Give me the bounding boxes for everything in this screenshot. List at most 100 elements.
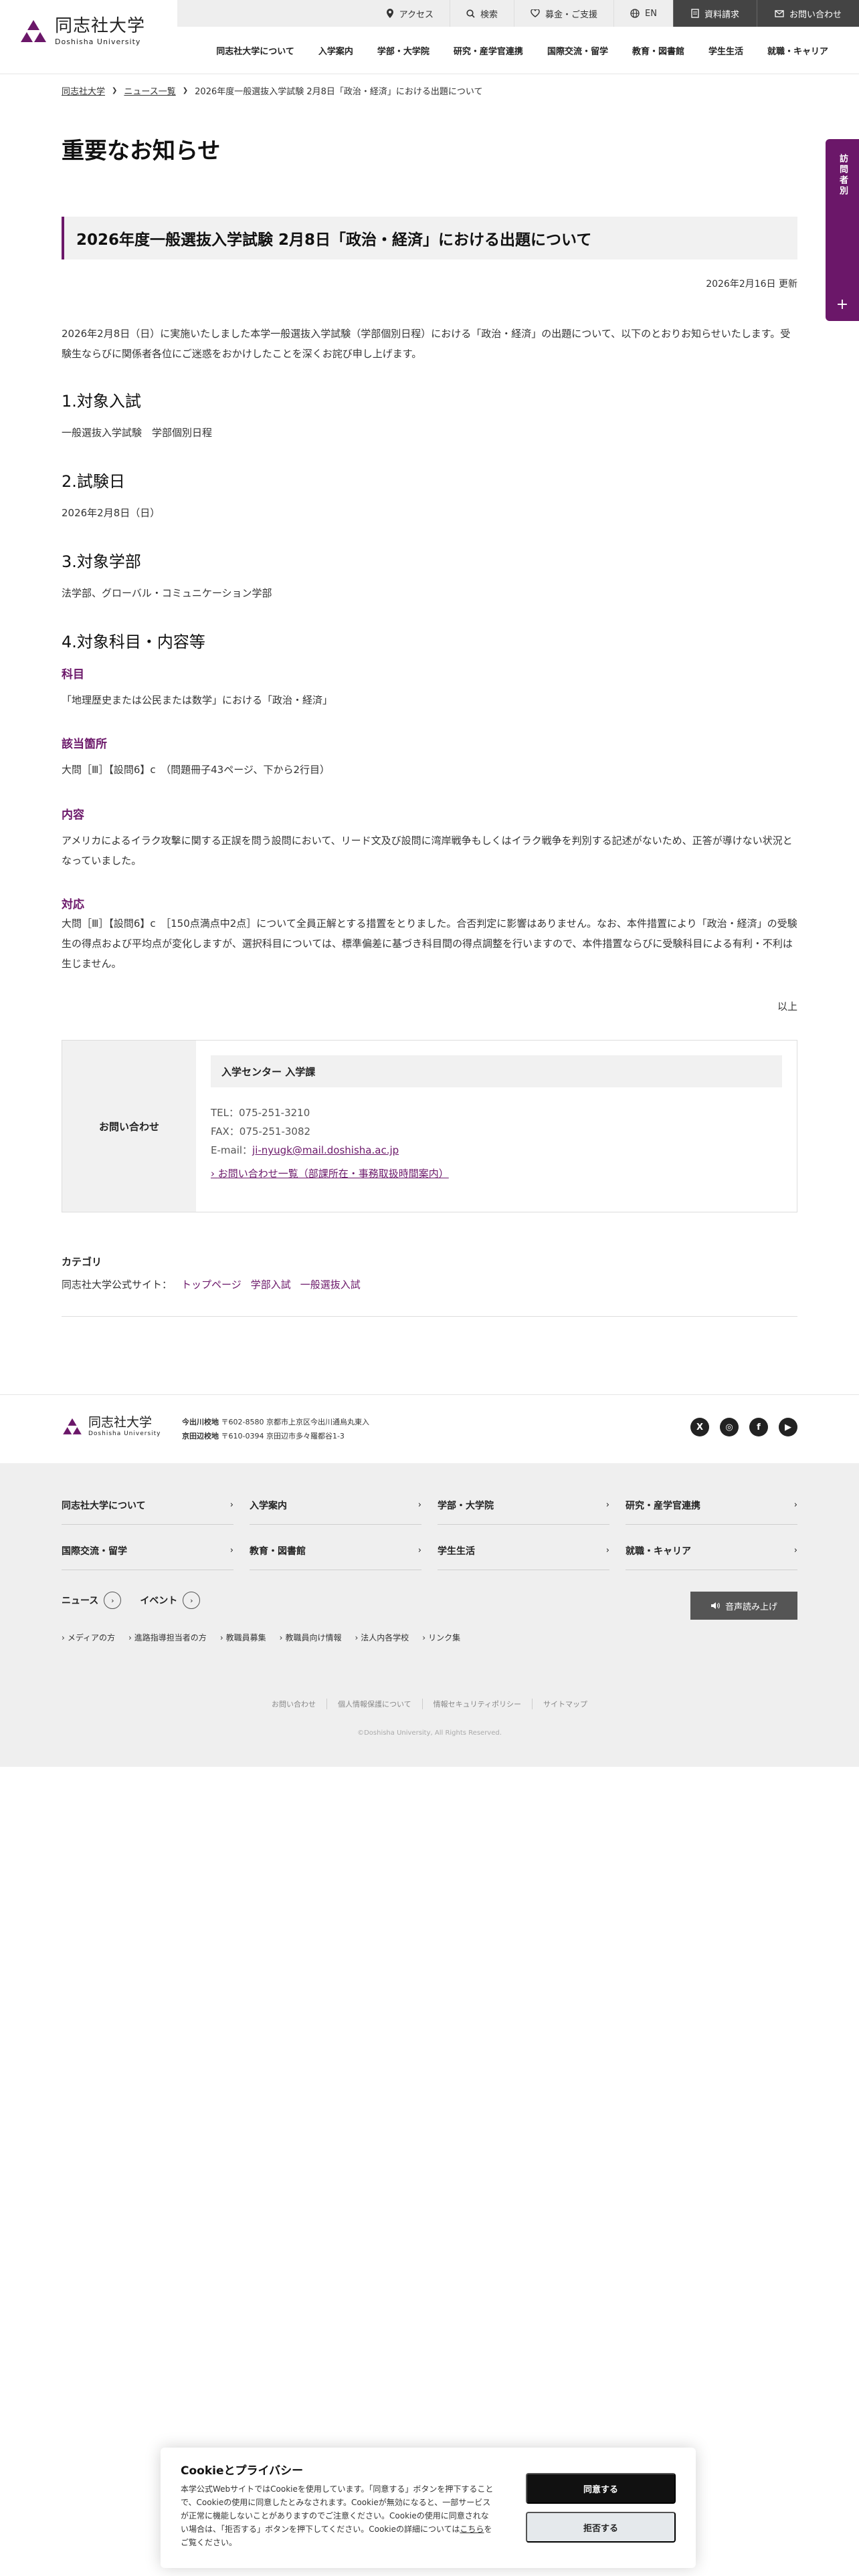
footer-link-links[interactable]: リンク集	[422, 1632, 460, 1643]
instagram-icon[interactable]: ◎	[720, 1418, 739, 1436]
breadcrumb-current: 2026年度一般選抜入学試験 2月8日「政治・経済」における出題について	[195, 87, 483, 97]
nav-international[interactable]: 国際交流・留学	[535, 44, 620, 57]
search-link[interactable]: 検索	[449, 0, 514, 27]
cookie-accept-button[interactable]: 同意する	[526, 2473, 676, 2504]
footer-nav-admissions[interactable]: 入学案内 ›	[250, 1486, 421, 1525]
site-logo[interactable]: 同志社大学 Doshisha University	[19, 17, 145, 46]
nav-education-library[interactable]: 教育・図書館	[620, 44, 696, 57]
english-link[interactable]: EN	[613, 0, 673, 27]
chevron-right-icon: ❯	[182, 87, 189, 94]
footer-link-affiliated-schools[interactable]: 法人内各学校	[355, 1632, 409, 1643]
contact-department: 入学センター 入学課	[211, 1055, 782, 1087]
section-exam-date-title: 2.試験日	[62, 472, 125, 491]
footer-link-counselors[interactable]: 進路指導担当者の方	[128, 1632, 207, 1643]
facebook-icon[interactable]: f	[749, 1418, 768, 1436]
category-tag-general-admission[interactable]: 一般選抜入試	[300, 1277, 361, 1291]
donation-link[interactable]: 募金・ご支援	[514, 0, 613, 27]
section-faculties-body: 法学部、グローバル・コミュニケーション学部	[62, 587, 272, 599]
request-materials-button[interactable]: 資料請求	[672, 0, 757, 27]
chevron-right-icon: ›	[793, 1500, 797, 1510]
search-icon	[466, 9, 475, 18]
nav-student-life[interactable]: 学生生活	[696, 44, 755, 57]
footer-events-link[interactable]: イベント ›	[140, 1592, 201, 1609]
contact-email-link[interactable]: ji-nyugk@mail.doshisha.ac.jp	[252, 1144, 399, 1156]
category-title: カテゴリ	[62, 1256, 102, 1268]
legal-security[interactable]: 情報セキュリティポリシー	[421, 1699, 532, 1709]
legal-sitemap[interactable]: サイトマップ	[532, 1699, 598, 1709]
subject-label: 科目	[62, 668, 84, 681]
campus-imadegawa-address: 〒602-8580 京都市上京区今出川通烏丸東入	[221, 1418, 369, 1426]
campus-kyotanabe-name: 京田辺校地	[182, 1432, 219, 1440]
donation-label: 募金・ご支援	[545, 9, 598, 20]
visitor-menu-tab[interactable]: 訪問者別 +	[826, 139, 859, 321]
x-icon[interactable]: X	[690, 1418, 709, 1436]
footer-nav-faculties[interactable]: 学部・大学院 ›	[438, 1486, 609, 1525]
footer-link-recruitment[interactable]: 教職員募集	[220, 1632, 266, 1643]
contact-email-row: E-mail：ji-nyugk@mail.doshisha.ac.jp	[211, 1141, 782, 1160]
nav-admissions[interactable]: 入学案内	[306, 44, 365, 57]
contact-button[interactable]: お問い合わせ	[756, 0, 859, 27]
category-site-label: 同志社大学公式サイト：	[62, 1279, 173, 1291]
footer-nav-student-life[interactable]: 学生生活 ›	[438, 1531, 609, 1570]
english-label: EN	[645, 8, 657, 19]
breadcrumb-home[interactable]: 同志社大学	[62, 84, 105, 97]
legal-privacy[interactable]: 個人情報保護について	[326, 1699, 422, 1709]
nav-about[interactable]: 同志社大学について	[204, 44, 306, 57]
footer-nav-admissions-label: 入学案内	[250, 1500, 287, 1511]
chevron-right-icon: ›	[793, 1545, 797, 1555]
youtube-icon[interactable]: ▶	[779, 1418, 797, 1436]
footer-logo-en: Doshisha University	[88, 1430, 161, 1437]
cookie-text: 本学公式WebサイトではCookieを使用しています。「同意する」ボタンを押下す…	[181, 2482, 495, 2549]
legal-contact[interactable]: お問い合わせ	[261, 1699, 326, 1709]
footer-events-label: イベント	[140, 1596, 178, 1606]
section-exam-date-body: 2026年2月8日（日）	[62, 507, 161, 519]
category-tag-top[interactable]: トップページ	[181, 1277, 242, 1291]
utility-links: アクセス 検索 募金・ご支援 EN 資料請求 お問い合わせ	[177, 0, 859, 27]
footer-nav-international[interactable]: 国際交流・留学 ›	[62, 1531, 233, 1570]
article-title: 2026年度一般選抜入学試験 2月8日「政治・経済」における出題について	[62, 217, 797, 259]
voice-reader-label: 音声読み上げ	[725, 1602, 777, 1612]
heart-icon	[531, 9, 540, 17]
footer-nav-education[interactable]: 教育・図書館 ›	[250, 1531, 421, 1570]
footer-nav-research[interactable]: 研究・産学官連携 ›	[626, 1486, 797, 1525]
cookie-banner: Cookieとプライバシー 本学公式WebサイトではCookieを使用しています…	[161, 2448, 696, 2568]
contact-list-link[interactable]: › お問い合わせ一覧（部課所在・事務取扱時間案内）	[211, 1166, 782, 1180]
footer-logo-text: 同志社大学 Doshisha University	[88, 1416, 161, 1438]
footer-address: 今出川校地 〒602-8580 京都市上京区今出川通烏丸東入 京田辺校地 〒61…	[182, 1415, 369, 1443]
voice-reader-button[interactable]: 音声読み上げ	[690, 1592, 797, 1620]
globe-icon	[630, 9, 640, 18]
footer-nav-career[interactable]: 就職・キャリア ›	[626, 1531, 797, 1570]
campus-imadegawa: 今出川校地 〒602-8580 京都市上京区今出川通烏丸東入	[182, 1415, 369, 1429]
response-body: 大問［Ⅲ］【設問6】c ［150点満点中2点］について全員正解とする措置をとりま…	[62, 918, 797, 970]
chevron-right-icon: ›	[605, 1500, 609, 1510]
section-target-exam-title: 1.対象入試	[62, 392, 141, 411]
footer-nav-row-2: 国際交流・留学 › 教育・図書館 › 学生生活 › 就職・キャリア ›	[62, 1531, 797, 1570]
footer-news-link[interactable]: ニュース ›	[62, 1592, 122, 1609]
nav-faculties[interactable]: 学部・大学院	[365, 44, 442, 57]
access-link[interactable]: アクセス	[370, 0, 450, 27]
contact-fax: FAX：075-251-3082	[211, 1125, 311, 1138]
logo-text-en: Doshisha University	[55, 37, 141, 46]
nav-research[interactable]: 研究・産学官連携	[442, 44, 535, 57]
cookie-reject-button[interactable]: 拒否する	[526, 2512, 676, 2543]
place-label: 該当箇所	[62, 738, 107, 751]
arrow-right-icon: ›	[104, 1592, 122, 1609]
footer-nav-about[interactable]: 同志社大学について ›	[62, 1486, 233, 1525]
speaker-icon	[710, 1602, 720, 1609]
article-intro: 2026年2月8日（日）に実施いたしました本学一般選抜入学試験（学部個別日程）に…	[62, 328, 791, 360]
category-tag-faculty-admission[interactable]: 学部入試	[251, 1277, 291, 1291]
footer-logo[interactable]: 同志社大学 Doshisha University	[62, 1416, 161, 1437]
main-navigation: 同志社大学について 入学案内 学部・大学院 研究・産学官連携 国際交流・留学 教…	[204, 27, 840, 74]
chevron-right-icon: ›	[229, 1545, 233, 1555]
breadcrumb-news-list[interactable]: ニュース一覧	[124, 84, 175, 97]
footer-nav-faculties-label: 学部・大学院	[438, 1500, 494, 1511]
footer-link-media[interactable]: メディアの方	[62, 1632, 115, 1643]
news-events-row: ニュース › イベント ›	[62, 1592, 201, 1609]
campus-kyotanabe: 京田辺校地 〒610-0394 京田辺市多々羅都谷1-3	[182, 1429, 369, 1443]
footer-link-staff-info[interactable]: 教職員向け情報	[280, 1632, 341, 1643]
section-target-exam-body: 一般選抜入学試験 学部個別日程	[62, 427, 213, 439]
search-label: 検索	[480, 9, 498, 20]
nav-career[interactable]: 就職・キャリア	[755, 44, 840, 57]
chevron-right-icon: ›	[417, 1545, 421, 1555]
cookie-details-link[interactable]: こちら	[460, 2525, 484, 2534]
